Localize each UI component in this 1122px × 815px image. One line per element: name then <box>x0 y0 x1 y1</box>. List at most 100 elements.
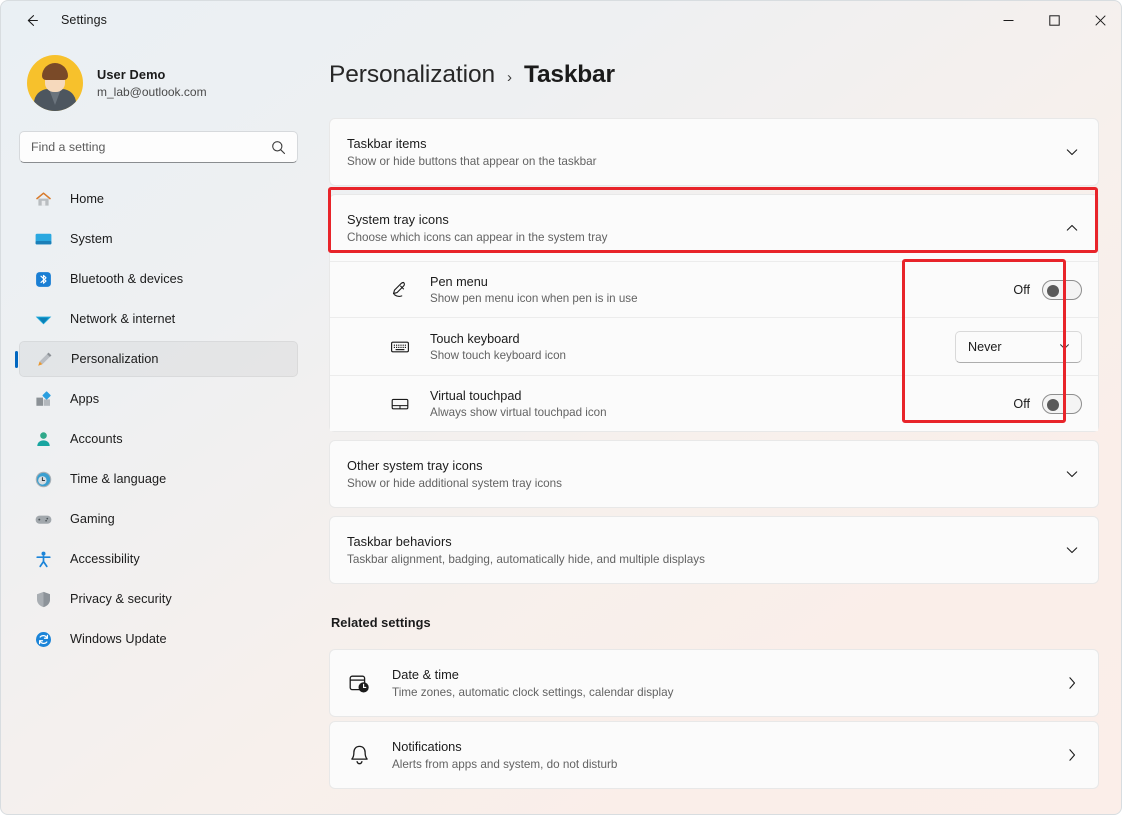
profile-block[interactable]: User Demo m_lab@outlook.com <box>27 55 301 111</box>
profile-email: m_lab@outlook.com <box>97 85 207 99</box>
expander-taskbar-behaviors[interactable]: Taskbar behaviors Taskbar alignment, bad… <box>329 516 1099 584</box>
breadcrumb: Personalization › Taskbar <box>329 61 1122 89</box>
home-icon <box>32 188 54 210</box>
sidebar-item-label: Apps <box>70 392 99 406</box>
sidebar-item-label: Bluetooth & devices <box>70 272 183 286</box>
back-button[interactable] <box>15 5 49 35</box>
settings-window: Settings <box>0 0 1122 815</box>
accounts-icon <box>32 428 54 450</box>
sidebar-item-home[interactable]: Home <box>19 181 298 217</box>
touch-keyboard-dropdown[interactable]: Never <box>955 331 1082 363</box>
chevron-down-icon <box>1058 340 1071 353</box>
sidebar-item-windows-update[interactable]: Windows Update <box>19 621 298 657</box>
chevron-right-icon <box>1064 675 1080 691</box>
sidebar-item-label: Home <box>70 192 104 206</box>
sidebar-item-label: System <box>70 232 113 246</box>
search-box[interactable] <box>19 131 298 163</box>
expander-title: Taskbar behaviors <box>347 534 1064 549</box>
expander-system-tray-icons[interactable]: System tray icons Choose which icons can… <box>329 194 1099 432</box>
sidebar-item-label: Gaming <box>70 512 115 526</box>
pen-icon <box>388 278 412 302</box>
tray-row-subtitle: Show pen menu icon when pen is in use <box>430 292 1013 305</box>
profile-name: User Demo <box>97 67 207 82</box>
minimize-icon <box>1003 15 1014 26</box>
expander-subtitle: Choose which icons can appear in the sys… <box>347 231 1064 244</box>
toggle-state-label: Off <box>1013 397 1030 411</box>
arrow-left-icon <box>24 12 41 29</box>
time-language-icon <box>32 468 54 490</box>
title-bar: Settings <box>1 1 1122 39</box>
sidebar-item-accessibility[interactable]: Accessibility <box>19 541 298 577</box>
windows-update-icon <box>32 628 54 650</box>
sidebar-item-bluetooth-devices[interactable]: Bluetooth & devices <box>19 261 298 297</box>
close-icon <box>1095 15 1106 26</box>
sidebar-item-accounts[interactable]: Accounts <box>19 421 298 457</box>
tray-row-title: Touch keyboard <box>430 332 955 346</box>
tray-row-title: Virtual touchpad <box>430 389 1013 403</box>
privacy-security-icon <box>32 588 54 610</box>
touchpad-icon <box>388 392 412 416</box>
tray-row-pen-menu: Pen menu Show pen menu icon when pen is … <box>330 261 1098 317</box>
window-controls <box>985 1 1122 39</box>
expander-subtitle: Taskbar alignment, badging, automaticall… <box>347 553 1064 566</box>
sidebar-item-time-language[interactable]: Time & language <box>19 461 298 497</box>
expander-title: Taskbar items <box>347 136 1064 151</box>
sidebar-item-network-internet[interactable]: Network & internet <box>19 301 298 337</box>
tray-row-title: Pen menu <box>430 275 1013 289</box>
maximize-icon <box>1049 15 1060 26</box>
tray-row-subtitle: Show touch keyboard icon <box>430 349 955 362</box>
bell-icon <box>346 742 372 768</box>
related-link-subtitle: Alerts from apps and system, do not dist… <box>392 758 1064 771</box>
sidebar: User Demo m_lab@outlook.com <box>1 39 313 815</box>
expander-taskbar-items[interactable]: Taskbar items Show or hide buttons that … <box>329 118 1099 186</box>
gaming-icon <box>32 508 54 530</box>
accessibility-icon <box>32 548 54 570</box>
sidebar-item-privacy-security[interactable]: Privacy & security <box>19 581 298 617</box>
personalization-icon <box>33 348 55 370</box>
sidebar-item-label: Privacy & security <box>70 592 172 606</box>
virtual-touchpad-toggle[interactable] <box>1042 394 1082 414</box>
sidebar-item-label: Accounts <box>70 432 123 446</box>
breadcrumb-root[interactable]: Personalization <box>329 61 495 89</box>
expander-subtitle: Show or hide buttons that appear on the … <box>347 155 1064 168</box>
sidebar-nav: Home System Bluetooth <box>13 181 301 657</box>
content-pane: Personalization › Taskbar Taskbar items … <box>313 39 1122 815</box>
tray-row-subtitle: Always show virtual touchpad icon <box>430 406 1013 419</box>
calendar-clock-icon <box>346 670 372 696</box>
pen-menu-toggle[interactable] <box>1042 280 1082 300</box>
chevron-up-icon[interactable] <box>1064 220 1080 236</box>
search-input[interactable] <box>31 140 259 154</box>
dropdown-value: Never <box>968 340 1058 354</box>
chevron-down-icon[interactable] <box>1064 144 1080 160</box>
sidebar-item-label: Network & internet <box>70 312 175 326</box>
sidebar-item-system[interactable]: System <box>19 221 298 257</box>
sidebar-item-gaming[interactable]: Gaming <box>19 501 298 537</box>
tray-row-touch-keyboard: Touch keyboard Show touch keyboard icon … <box>330 317 1098 375</box>
toggle-state-label: Off <box>1013 283 1030 297</box>
expander-subtitle: Show or hide additional system tray icon… <box>347 477 1064 490</box>
sidebar-item-label: Personalization <box>71 352 159 366</box>
breadcrumb-separator-icon: › <box>507 69 512 86</box>
sidebar-item-label: Time & language <box>70 472 166 486</box>
sidebar-item-label: Accessibility <box>70 552 140 566</box>
expander-title: System tray icons <box>347 212 1064 227</box>
chevron-down-icon[interactable] <box>1064 542 1080 558</box>
touch-keyboard-icon <box>388 335 412 359</box>
search-icon <box>271 140 286 160</box>
minimize-button[interactable] <box>985 1 1031 39</box>
related-settings-heading: Related settings <box>331 615 1122 630</box>
related-link-title: Date & time <box>392 667 1064 682</box>
sidebar-item-label: Windows Update <box>70 632 167 646</box>
close-button[interactable] <box>1077 1 1122 39</box>
maximize-button[interactable] <box>1031 1 1077 39</box>
window-title: Settings <box>61 13 107 27</box>
related-link-date-time[interactable]: Date & time Time zones, automatic clock … <box>329 649 1099 717</box>
chevron-down-icon[interactable] <box>1064 466 1080 482</box>
related-link-notifications[interactable]: Notifications Alerts from apps and syste… <box>329 721 1099 789</box>
chevron-right-icon <box>1064 747 1080 763</box>
expander-other-system-tray-icons[interactable]: Other system tray icons Show or hide add… <box>329 440 1099 508</box>
sidebar-item-apps[interactable]: Apps <box>19 381 298 417</box>
sidebar-item-personalization[interactable]: Personalization <box>19 341 298 377</box>
related-link-subtitle: Time zones, automatic clock settings, ca… <box>392 686 1064 699</box>
expander-title: Other system tray icons <box>347 458 1064 473</box>
